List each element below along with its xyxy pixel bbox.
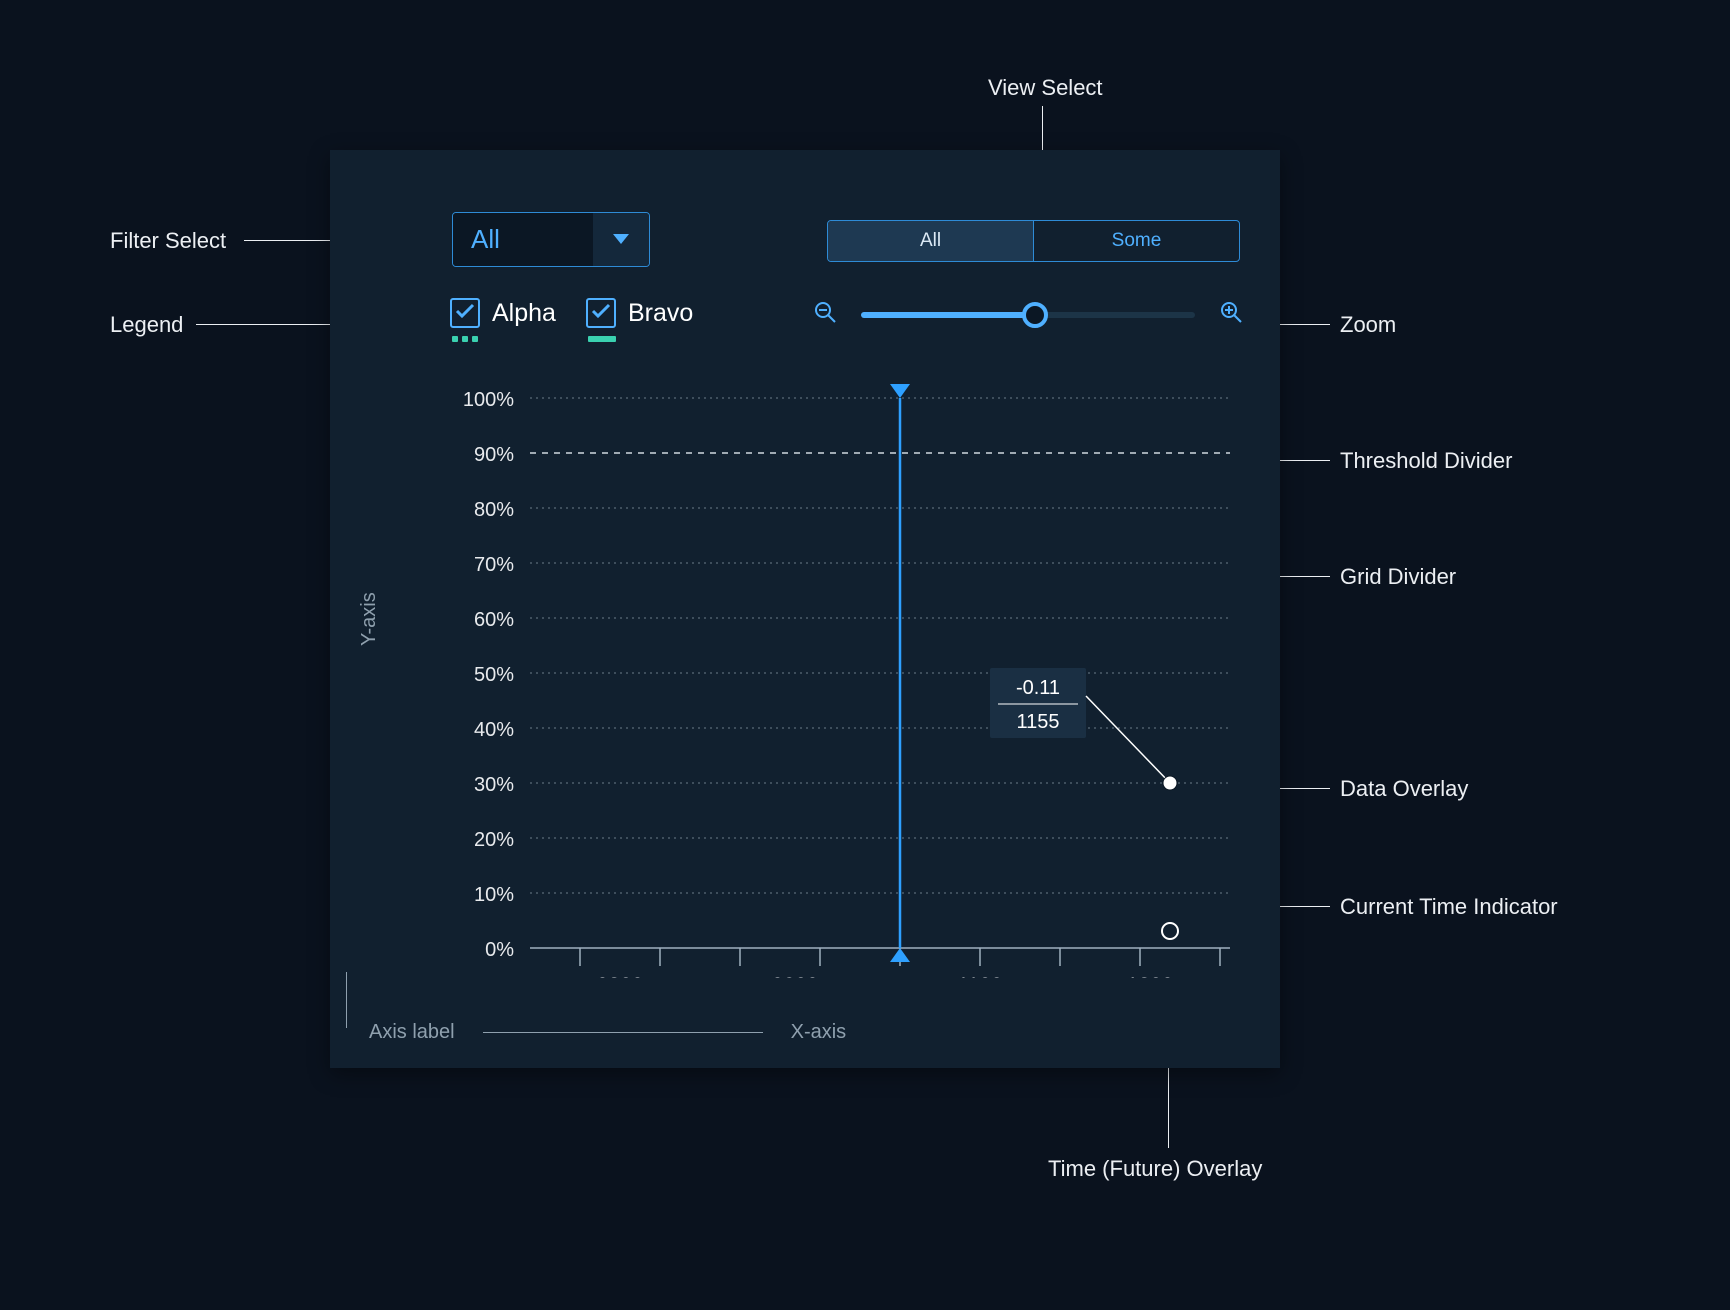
zoom-out-icon[interactable] <box>813 300 837 329</box>
view-select[interactable]: All Some <box>827 220 1240 262</box>
chart-area: 100% 90% 80% 70% 60% 50% 40% 30% 20% 10%… <box>410 378 1244 978</box>
svg-text:1200: 1200 <box>1127 974 1174 978</box>
view-select-option-all[interactable]: All <box>828 221 1033 261</box>
y-axis-label: Y-axis <box>358 592 381 646</box>
annotation-future-overlay: Time (Future) Overlay <box>1048 1156 1262 1182</box>
zoom-slider-thumb[interactable] <box>1022 302 1048 328</box>
legend-item-alpha: Alpha <box>450 298 556 342</box>
legend-swatch-bravo <box>588 336 616 342</box>
svg-text:1100: 1100 <box>957 974 1002 978</box>
filter-select[interactable]: All <box>452 212 650 267</box>
chart-panel: All All Some Alpha <box>330 150 1280 1068</box>
future-time-overlay <box>1162 923 1178 939</box>
svg-text:10%: 10% <box>474 884 514 906</box>
svg-text:100%: 100% <box>463 389 514 411</box>
check-icon <box>455 303 475 324</box>
annotation-threshold: Threshold Divider <box>1340 448 1512 474</box>
legend-swatch-alpha <box>452 336 556 342</box>
x-axis-labels: 0800 0900 1100 1200 <box>597 974 1174 978</box>
legend-item-bravo: Bravo <box>586 298 693 342</box>
axis-label-caption: Axis label <box>369 1021 455 1044</box>
zoom-control[interactable] <box>813 300 1243 329</box>
svg-text:0%: 0% <box>485 939 514 961</box>
y-axis-ticks: 100% 90% 80% 70% 60% 50% 40% 30% 20% 10%… <box>463 389 514 961</box>
annotation-legend: Legend <box>110 312 183 338</box>
annotation-data-overlay: Data Overlay <box>1340 776 1468 802</box>
svg-text:-0.11: -0.11 <box>1016 677 1060 699</box>
svg-text:30%: 30% <box>474 774 514 796</box>
axis-caption-row: Axis label X-axis <box>330 1021 1280 1044</box>
zoom-slider[interactable] <box>861 312 1195 318</box>
svg-text:80%: 80% <box>474 499 514 521</box>
zoom-in-icon[interactable] <box>1219 300 1243 329</box>
x-axis-label: X-axis <box>791 1021 847 1044</box>
annotation-view-select: View Select <box>988 75 1103 101</box>
check-icon <box>591 303 611 324</box>
filter-select-value: All <box>453 213 593 266</box>
grid-lines <box>530 398 1230 893</box>
legend-checkbox-bravo[interactable] <box>586 298 616 328</box>
annotation-zoom: Zoom <box>1340 312 1396 338</box>
legend-label-alpha: Alpha <box>492 299 556 328</box>
chevron-down-icon <box>613 231 629 249</box>
svg-text:0900: 0900 <box>772 974 819 978</box>
svg-text:70%: 70% <box>474 554 514 576</box>
svg-text:60%: 60% <box>474 609 514 631</box>
svg-text:20%: 20% <box>474 829 514 851</box>
annotation-filter-select: Filter Select <box>110 228 226 254</box>
view-select-option-some[interactable]: Some <box>1033 221 1239 261</box>
current-time-indicator <box>890 384 910 962</box>
annotation-current-time: Current Time Indicator <box>1340 894 1558 920</box>
svg-text:1155: 1155 <box>1016 711 1059 733</box>
svg-text:90%: 90% <box>474 444 514 466</box>
svg-text:40%: 40% <box>474 719 514 741</box>
legend-checkbox-alpha[interactable] <box>450 298 480 328</box>
svg-text:0800: 0800 <box>597 974 644 978</box>
annotation-grid-divider: Grid Divider <box>1340 564 1456 590</box>
legend: Alpha Bravo <box>450 298 693 342</box>
legend-label-bravo: Bravo <box>628 299 693 328</box>
data-overlay: -0.11 1155 <box>990 668 1177 790</box>
svg-text:50%: 50% <box>474 664 514 686</box>
filter-select-caret[interactable] <box>593 213 649 266</box>
